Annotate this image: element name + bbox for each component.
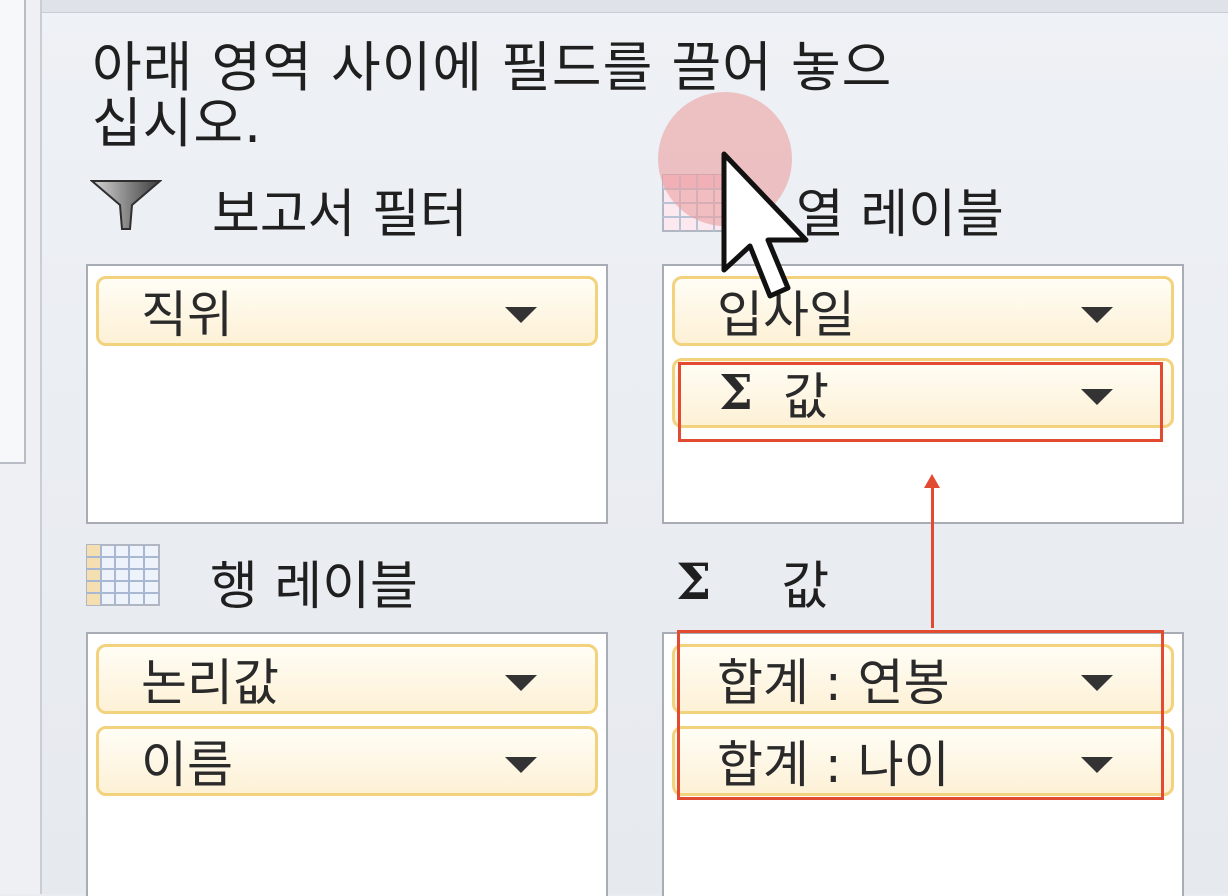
panel-top-border <box>42 0 1228 13</box>
filter-icon <box>89 175 163 244</box>
dropdown-arrow-icon[interactable] <box>1081 307 1113 323</box>
values-title: 값 <box>781 557 830 617</box>
field-chip-boolean[interactable]: 논리값 <box>96 644 598 714</box>
mouse-pointer-icon <box>720 150 820 314</box>
left-edge-scrollbar <box>0 0 26 464</box>
instruction-text: 아래 영역 사이에 필드를 끌어 놓으십시오. <box>92 36 893 155</box>
values-header: Σ 값 <box>676 544 829 619</box>
report-filter-title: 보고서 필터 <box>212 185 468 245</box>
row-labels-drop-area[interactable]: 논리값 이름 <box>86 632 608 896</box>
report-filter-header: 보고서 필터 <box>89 172 468 247</box>
annotation-arrow-line <box>931 488 934 628</box>
row-grid-icon <box>86 544 160 619</box>
report-filter-drop-area[interactable]: 직위 <box>86 264 608 524</box>
highlight-box-values-area <box>677 630 1164 800</box>
highlight-box-values-field <box>678 362 1163 442</box>
field-chip-name[interactable]: 이름 <box>96 726 598 796</box>
annotation-arrow-head-icon <box>924 474 940 488</box>
field-label: 이름 <box>141 736 233 794</box>
dropdown-arrow-icon[interactable] <box>505 307 537 323</box>
field-label: 직위 <box>141 286 233 344</box>
row-labels-title: 행 레이블 <box>210 557 418 617</box>
row-labels-header: 행 레이블 <box>86 544 418 619</box>
dropdown-arrow-icon[interactable] <box>505 757 537 773</box>
column-labels-title: 열 레이블 <box>796 185 1004 245</box>
field-label: 논리값 <box>141 654 279 712</box>
dropdown-arrow-icon[interactable] <box>505 675 537 691</box>
sigma-icon: Σ <box>676 552 712 611</box>
field-chip-position[interactable]: 직위 <box>96 276 598 346</box>
left-edge <box>0 0 42 894</box>
